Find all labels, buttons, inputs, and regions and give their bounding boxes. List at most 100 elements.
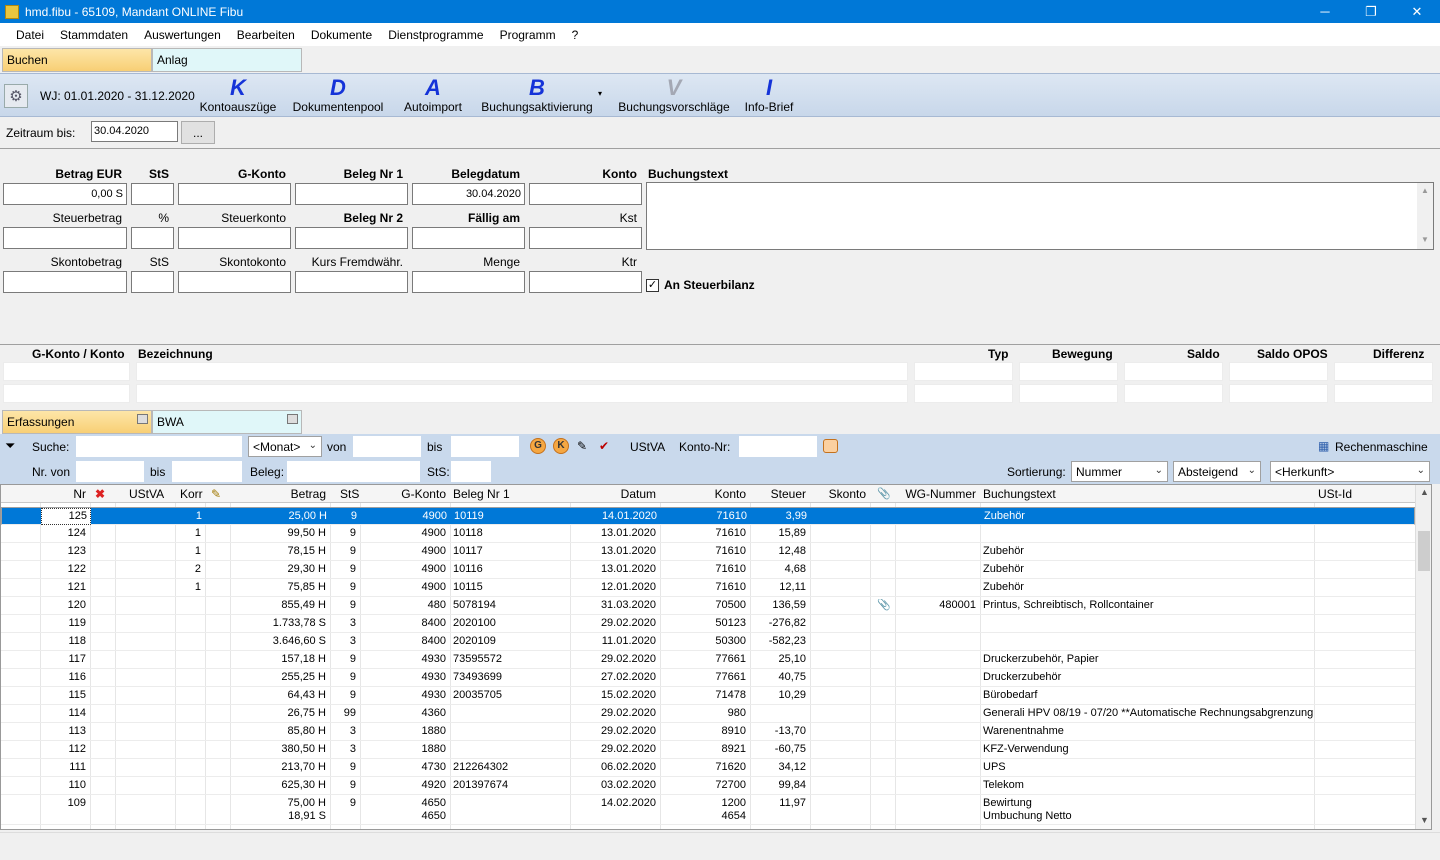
skontobetrag-input[interactable] [3, 271, 127, 293]
mail-icon[interactable] [823, 439, 838, 453]
col-buchungstext[interactable]: Buchungstext [983, 487, 1056, 501]
sts-input[interactable] [131, 183, 174, 205]
tab-bwa[interactable]: BWA [152, 410, 302, 434]
beleg-filter-input[interactable] [287, 461, 420, 482]
herkunft-select[interactable]: <Herkunft> ⌄ [1270, 461, 1430, 482]
col-ustva[interactable]: UStVA [129, 487, 164, 501]
bis-input[interactable] [451, 436, 519, 457]
col-steuer[interactable]: Steuer [750, 487, 806, 501]
table-row[interactable]: 111 213,70 H 9 4730 212264302 06.02.2020 71620… [1, 759, 1415, 777]
col-sts[interactable]: StS [340, 487, 359, 501]
menu-help[interactable]: ? [564, 28, 587, 42]
col-beleg[interactable]: Beleg Nr 1 [453, 487, 510, 501]
betrag-input[interactable]: 0,00 S [3, 183, 127, 205]
menu-stammdaten[interactable]: Stammdaten [52, 28, 136, 42]
direction-select[interactable]: Absteigend ⌄ [1173, 461, 1261, 482]
kontoauszuege-button[interactable]: K Kontoauszüge [198, 76, 278, 115]
tab-buchen[interactable]: Buchen [2, 48, 152, 72]
scroll-down-icon[interactable]: ▼ [1417, 235, 1433, 244]
k-filter-icon[interactable]: K [553, 438, 569, 454]
grid-scrollbar[interactable]: ▲ ▼ [1415, 485, 1431, 829]
buchungstext-textarea[interactable]: ▲ ▼ [646, 182, 1434, 250]
check-edit-icon[interactable]: ✔ [599, 439, 615, 453]
table-row[interactable]: 116 255,25 H 9 4930 73493699 27.02.2020 77661 4… [1, 669, 1415, 687]
scroll-down-icon[interactable]: ▼ [1416, 815, 1431, 825]
rechenmaschine-button[interactable]: Rechenmaschine [1335, 440, 1428, 454]
ktr-input[interactable] [529, 271, 642, 293]
monat-select[interactable]: <Monat> ⌄ [248, 436, 322, 457]
calculator-icon[interactable]: ▦ [1318, 439, 1334, 453]
autoimport-button[interactable]: A Autoimport [400, 76, 466, 115]
sts-filter-input[interactable] [451, 461, 491, 482]
table-row[interactable]: 115 64,43 H 9 4930 20035705 15.02.2020 71478 10… [1, 687, 1415, 705]
table-row[interactable]: 110 625,30 H 9 4920 201397674 03.02.2020 72700… [1, 777, 1415, 795]
buchungstext-scrollbar[interactable]: ▲ ▼ [1417, 183, 1433, 249]
col-konto[interactable]: Konto [660, 487, 746, 501]
von-input[interactable] [353, 436, 421, 457]
table-row[interactable]: 120 855,49 H 9 480 5078194 31.03.2020 70500 136… [1, 597, 1415, 615]
beleg-nr2-input[interactable] [295, 227, 408, 249]
faellig-am-input[interactable] [412, 227, 525, 249]
beleg-nr1-input[interactable] [295, 183, 408, 205]
restore-button[interactable]: ❐ [1348, 0, 1394, 23]
col-betrag[interactable]: Betrag [230, 487, 326, 501]
g-konto-input[interactable] [178, 183, 291, 205]
table-row[interactable]: 109 75,00 H 18,91 S 9 4650 4650 14.02.2020 1200… [1, 795, 1415, 825]
g-filter-icon[interactable]: G [530, 438, 546, 454]
scroll-up-icon[interactable]: ▲ [1416, 487, 1431, 497]
buchungsvorschlaege-button[interactable]: V Buchungsvorschläge [617, 76, 731, 115]
table-row[interactable]: 112 380,50 H 3 1880 29.02.2020 8921 -60,75 KFZ-… [1, 741, 1415, 759]
minimize-button[interactable]: ─ [1302, 0, 1348, 23]
pencil-icon[interactable]: ✎ [211, 487, 221, 501]
zeitraum-browse-button[interactable]: ... [181, 121, 215, 144]
col-datum[interactable]: Datum [570, 487, 656, 501]
dokumentenpool-button[interactable]: D Dokumentenpool [290, 76, 386, 115]
scrollbar-thumb[interactable] [1418, 531, 1430, 571]
scroll-up-icon[interactable]: ▲ [1417, 186, 1433, 195]
menu-programm[interactable]: Programm [492, 28, 564, 42]
filter-icon[interactable]: ⏷ [5, 438, 15, 454]
paperclip-icon[interactable]: 📎 [877, 487, 891, 500]
col-gkonto[interactable]: G-Konto [360, 487, 446, 501]
table-row[interactable]: 124 1 99,50 H 9 4900 10118 13.01.2020 71610 15,8… [1, 525, 1415, 543]
kurs-input[interactable] [295, 271, 408, 293]
percent-input[interactable] [131, 227, 174, 249]
ustva-filter-label[interactable]: UStVA [630, 440, 665, 454]
skontokonto-input[interactable] [178, 271, 291, 293]
nr-bis-input[interactable] [172, 461, 242, 482]
undock-icon[interactable] [287, 414, 298, 424]
suche-input[interactable] [76, 436, 242, 457]
edit-icon[interactable]: ✎ [577, 439, 593, 453]
tab-erfassungen[interactable]: Erfassungen [2, 410, 152, 434]
belegdatum-input[interactable]: 30.04.2020 [412, 183, 525, 205]
table-row[interactable]: 113 85,80 H 3 1880 29.02.2020 8910 -13,70 Waren… [1, 723, 1415, 741]
col-ust-id[interactable]: USt-Id [1318, 487, 1352, 501]
sts2-input[interactable] [131, 271, 174, 293]
sortierung-select[interactable]: Nummer ⌄ [1071, 461, 1168, 482]
menu-bearbeiten[interactable]: Bearbeiten [229, 28, 303, 42]
tab-anlag[interactable]: Anlag [152, 48, 302, 72]
table-row[interactable]: 123 1 78,15 H 9 4900 10117 13.01.2020 71610 12,4… [1, 543, 1415, 561]
table-row[interactable]: 118 3.646,60 S 3 8400 2020109 11.01.2020 50300… [1, 633, 1415, 651]
delete-icon[interactable]: ✖ [95, 487, 105, 501]
menu-auswertungen[interactable]: Auswertungen [136, 28, 229, 42]
chevron-down-icon[interactable]: ▾ [598, 89, 602, 98]
close-button[interactable]: ✕ [1394, 0, 1440, 23]
menu-dienstprogramme[interactable]: Dienstprogramme [380, 28, 491, 42]
menu-dokumente[interactable]: Dokumente [303, 28, 380, 42]
konto-nr-input[interactable] [739, 436, 817, 457]
col-wg-nummer[interactable]: WG-Nummer [895, 487, 976, 501]
steuerkonto-input[interactable] [178, 227, 291, 249]
zeitraum-input[interactable]: 30.04.2020 [91, 121, 178, 142]
table-row[interactable]: 114 26,75 H 99 4360 29.02.2020 980 Generali HP… [1, 705, 1415, 723]
gear-icon[interactable]: ⚙ [4, 84, 28, 108]
steuerbetrag-input[interactable] [3, 227, 127, 249]
menu-datei[interactable]: Datei [8, 28, 52, 42]
kst-input[interactable] [529, 227, 642, 249]
buchungsaktivierung-button[interactable]: B Buchungsaktivierung [479, 76, 595, 115]
table-row[interactable]: 125 1 25,00 H 9 4900 10119 14.01.2020 71610 3,99… [1, 507, 1415, 525]
col-skonto[interactable]: Skonto [810, 487, 866, 501]
table-row[interactable]: 117 157,18 H 9 4930 73595572 29.02.2020 77661 2… [1, 651, 1415, 669]
nr-von-input[interactable] [76, 461, 144, 482]
table-row[interactable]: 121 1 75,85 H 9 4900 10115 12.01.2020 71610 12,1… [1, 579, 1415, 597]
